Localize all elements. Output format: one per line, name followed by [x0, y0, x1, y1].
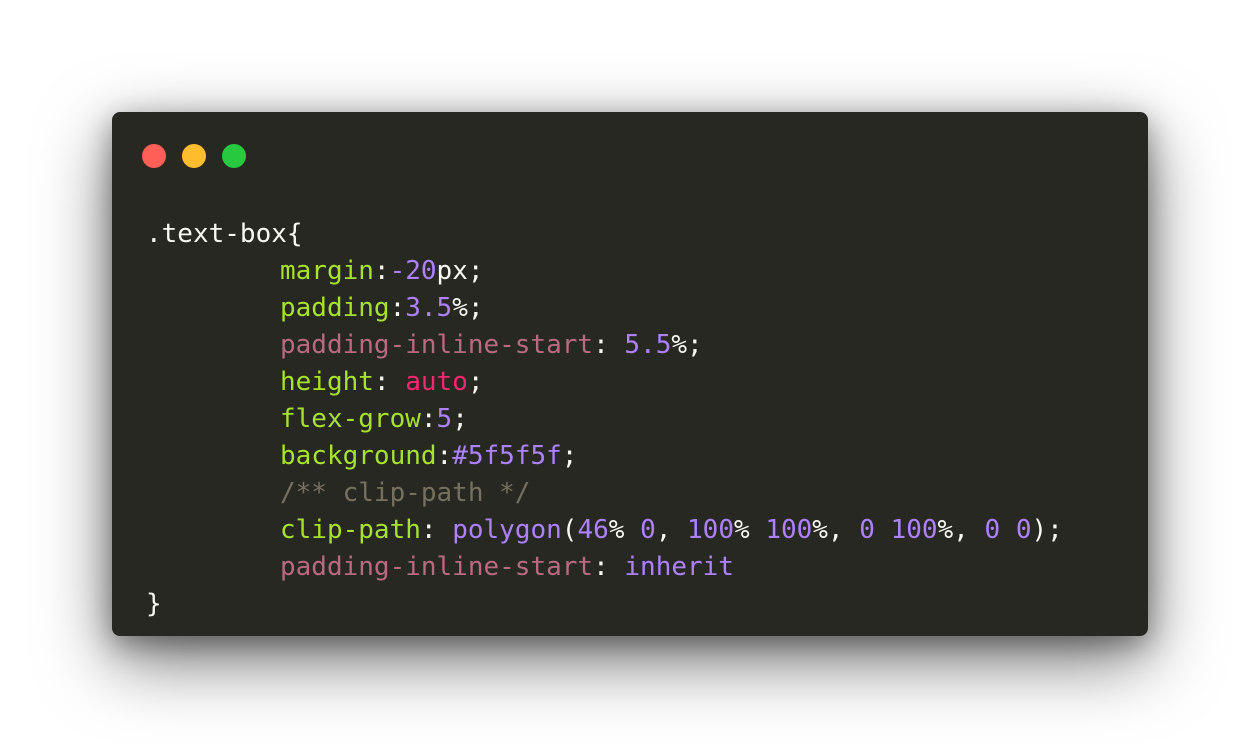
code-token: 0 [984, 515, 1001, 545]
code-line: clip-path: polygon(46% 0, 100% 100%, 0 1… [146, 512, 1063, 549]
code-token: -20 [389, 256, 437, 286]
code-token: ; [467, 367, 484, 397]
code-line: .text-box{ [146, 216, 1063, 253]
code-token: : [420, 404, 437, 434]
code-token: padding-inline-start [280, 330, 594, 360]
code-line: /** clip-path */ [146, 475, 1063, 512]
code-token: 3.5 [405, 293, 453, 323]
code-token: % [734, 515, 766, 545]
code-token: %; [452, 293, 484, 323]
code-token: padding [280, 293, 390, 323]
code-token: : [420, 515, 453, 545]
canvas: .text-box{margin:-20px; padding:3.5%; padd… [0, 0, 1260, 748]
code-token: , [655, 515, 688, 545]
code-line: padding-inline-start: 5.5%; [146, 327, 1063, 364]
code-token: 5.5 [624, 330, 672, 360]
code-token: ; [561, 441, 578, 471]
code-token: .text-box{ [146, 219, 303, 249]
code-line: padding-inline-start: inherit [146, 549, 1063, 586]
code-token: #5f5f5f [452, 441, 562, 471]
code-token: padding-inline-start [280, 552, 594, 582]
code-token: height [280, 367, 374, 397]
code-token: polygon [452, 515, 562, 545]
code-token: : [373, 256, 390, 286]
zoom-dot-icon[interactable] [222, 144, 246, 168]
code-token: background [280, 441, 437, 471]
code-line: padding:3.5%; [146, 290, 1063, 327]
code-token: clip-path [280, 515, 421, 545]
code-token: ( [561, 515, 578, 545]
code-token: %; [671, 330, 703, 360]
code-token: %, [937, 515, 985, 545]
code-line: } [146, 586, 1063, 623]
code-line: background:#5f5f5f; [146, 438, 1063, 475]
code-token: : [389, 293, 406, 323]
close-dot-icon[interactable] [142, 144, 166, 168]
code-token: margin [280, 256, 374, 286]
code-token: : [436, 441, 453, 471]
code-line: flex-grow:5; [146, 401, 1063, 438]
code-token: 46 [577, 515, 609, 545]
code-line: margin:-20px; [146, 253, 1063, 290]
code-token: : [373, 367, 406, 397]
code-token: 5 [436, 404, 453, 434]
code-token: ); [1031, 515, 1063, 545]
code-token: 100 [687, 515, 734, 545]
code-token: 100 [765, 515, 813, 545]
code-token: : [593, 330, 625, 360]
code-block: .text-box{margin:-20px; padding:3.5%; padd… [146, 216, 1063, 623]
code-line: height: auto; [146, 364, 1063, 401]
code-token: /** clip-path */ [280, 478, 531, 508]
code-token: } [146, 589, 162, 619]
code-token: px; [436, 256, 484, 286]
code-token: % [608, 515, 641, 545]
code-token: auto [405, 367, 468, 397]
code-token: inherit [624, 552, 734, 582]
code-token: 0 [859, 515, 875, 545]
code-token: ; [452, 404, 468, 434]
code-token: 0 [1015, 515, 1032, 545]
code-token: 100 [890, 515, 938, 545]
code-token: flex-grow [280, 404, 421, 434]
code-token: : [593, 552, 625, 582]
minimize-dot-icon[interactable] [182, 144, 206, 168]
code-token: 0 [640, 515, 656, 545]
code-token: %, [812, 515, 860, 545]
